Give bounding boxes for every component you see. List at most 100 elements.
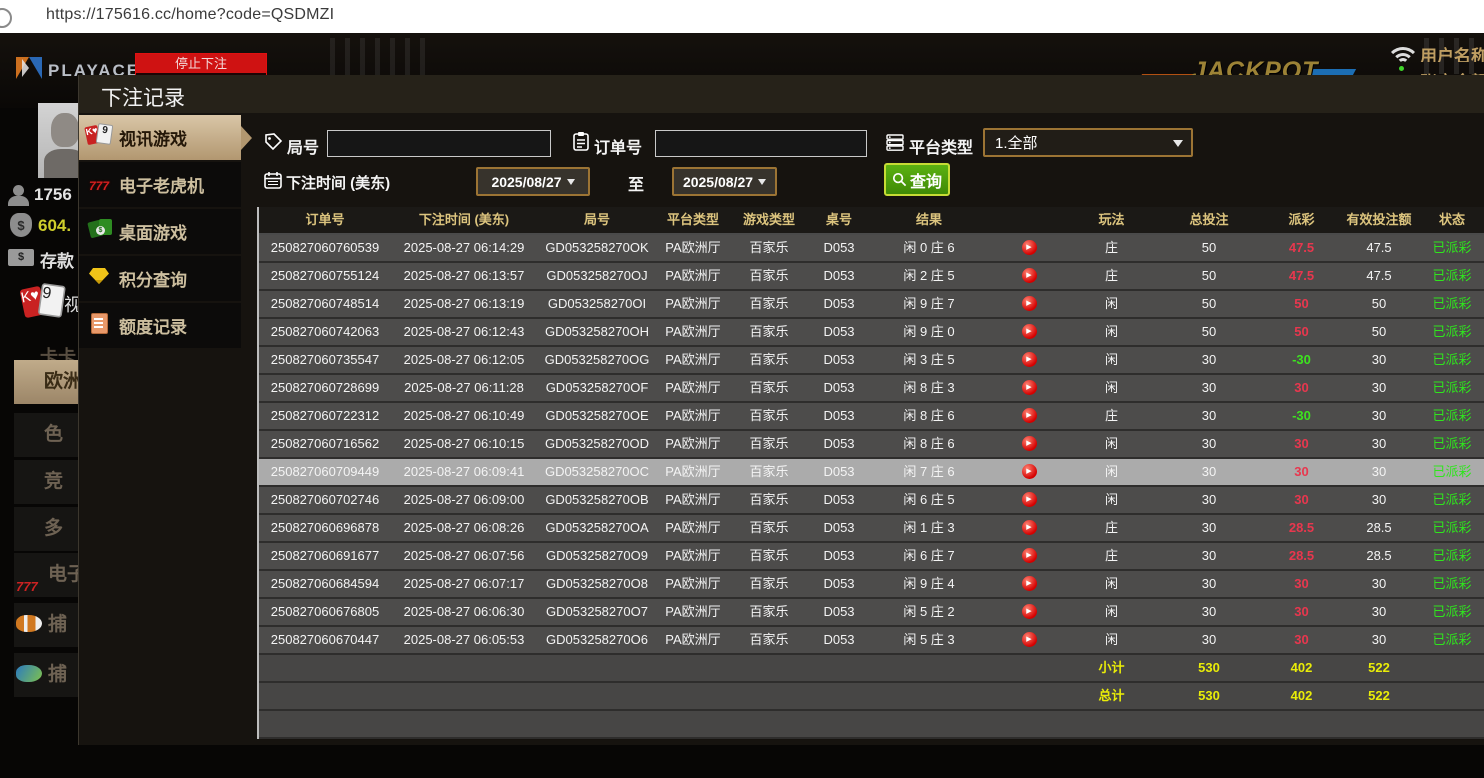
play-icon[interactable]: ▶ [1022,296,1037,311]
backdrop-menu-item[interactable]: 欧洲 [14,360,78,404]
user-id: 1756 [34,185,72,205]
sidebar-item-table[interactable]: $桌面游戏 [79,209,241,254]
reload-icon[interactable] [0,8,12,28]
url-text[interactable]: https://175616.cc/home?code=QSDMZI [46,6,334,24]
result-cell: 闲 8 庄 3 [869,375,989,401]
table-row[interactable]: 2508270607094492025-08-27 06:09:41GD0532… [259,459,1484,487]
sidebar-item-label: 桌面游戏 [119,219,187,244]
stop-betting-label: 停止下注 [136,54,266,73]
table-row[interactable]: 2508270607485142025-08-27 06:13:19GD0532… [259,291,1484,319]
round-input[interactable] [327,130,551,157]
payout-cell: 30 [1264,627,1339,653]
table-row[interactable]: 2508270607605392025-08-27 06:14:29GD0532… [259,235,1484,263]
backdrop-menu-item[interactable]: 色 [14,413,78,457]
table-row[interactable]: 2508270607286992025-08-27 06:11:28GD0532… [259,375,1484,403]
table-row[interactable]: 2508270606968782025-08-27 06:08:26GD0532… [259,515,1484,543]
valid-bet-cell: 47.5 [1339,263,1419,289]
video-games-icon: K♥9 [22,285,66,321]
payout-cell: -30 [1264,403,1339,429]
order-cell: 250827060684594 [259,571,391,597]
deposit-button[interactable]: 存款 [40,247,74,272]
round-cell: GD053258270O6 [537,627,657,653]
bet-cell: 30 [1154,347,1264,373]
valid-bet-cell: 30 [1339,487,1419,513]
play-icon[interactable]: ▶ [1022,576,1037,591]
side-cell: 庄 [1069,263,1154,289]
sidebar-item-gem[interactable]: 积分查询 [79,256,241,301]
total-valid: 522 [1339,683,1419,709]
order-cell: 250827060696878 [259,515,391,541]
play-icon[interactable]: ▶ [1022,380,1037,395]
table-cell: D053 [809,571,869,597]
time-cell: 2025-08-27 06:10:49 [391,403,537,429]
table-row[interactable]: 2508270607223122025-08-27 06:10:49GD0532… [259,403,1484,431]
status-cell: 已派彩 [1419,431,1484,457]
column-header: 局号 [537,207,657,233]
slot-machine-icon: 777 [16,565,38,597]
backdrop-menu-item[interactable]: 竞 [14,460,78,504]
round-cell: GD053258270OI [537,291,657,317]
table-row[interactable]: 2508270607551242025-08-27 06:13:57GD0532… [259,263,1484,291]
play-icon[interactable]: ▶ [1022,240,1037,255]
order-input[interactable] [655,130,867,157]
order-clipboard-icon [571,131,591,151]
order-cell: 250827060676805 [259,599,391,625]
table-row[interactable]: 2508270607420632025-08-27 06:12:43GD0532… [259,319,1484,347]
backdrop-menu-item[interactable]: 捕 [14,603,78,647]
backdrop-menu-item[interactable]: 777电子 [14,553,78,597]
date-to-picker[interactable]: 2025/08/27 [672,167,777,196]
result-cell: 闲 8 庄 6 [869,431,989,457]
game-cell: 百家乐 [729,347,809,373]
sidebar-item-cards[interactable]: K♥9视讯游戏 [79,115,241,160]
play-icon[interactable]: ▶ [1022,632,1037,647]
table-cell: D053 [809,487,869,513]
payout-cell: 28.5 [1264,543,1339,569]
sidebar-item-slots[interactable]: 777电子老虎机 [79,162,241,207]
side-cell: 庄 [1069,543,1154,569]
time-cell: 2025-08-27 06:11:28 [391,375,537,401]
play-icon[interactable]: ▶ [1022,520,1037,535]
table-row[interactable]: 2508270607027462025-08-27 06:09:00GD0532… [259,487,1484,515]
game-cell: 百家乐 [729,599,809,625]
platform-label: 平台类型 [909,134,973,158]
play-icon[interactable]: ▶ [1022,548,1037,563]
table-cell: D053 [809,319,869,345]
date-from-picker[interactable]: 2025/08/27 [476,167,590,196]
play-icon[interactable]: ▶ [1022,352,1037,367]
search-button[interactable]: 查询 [884,163,950,196]
table-row[interactable]: 2508270606916772025-08-27 06:07:56GD0532… [259,543,1484,571]
order-cell: 250827060722312 [259,403,391,429]
play-icon[interactable]: ▶ [1022,408,1037,423]
platform-cell: PA欧洲厅 [657,571,729,597]
valid-bet-cell: 28.5 [1339,515,1419,541]
order-cell: 250827060735547 [259,347,391,373]
table-row[interactable]: 2508270606704472025-08-27 06:05:53GD0532… [259,627,1484,655]
side-cell: 庄 [1069,235,1154,261]
sidebar-item-doc[interactable]: 额度记录 [79,303,241,348]
table-row[interactable]: 2508270606845942025-08-27 06:07:17GD0532… [259,571,1484,599]
side-cell: 闲 [1069,599,1154,625]
play-icon[interactable]: ▶ [1022,464,1037,479]
table-row[interactable]: 2508270607165622025-08-27 06:10:15GD0532… [259,431,1484,459]
game-cell: 百家乐 [729,431,809,457]
play-icon[interactable]: ▶ [1022,604,1037,619]
table-row[interactable]: 2508270607355472025-08-27 06:12:05GD0532… [259,347,1484,375]
side-cell: 闲 [1069,487,1154,513]
platform-select[interactable]: 1.全部 [983,128,1193,157]
backdrop-menu-item[interactable]: 多 [14,507,78,551]
backdrop-menu-item[interactable]: 捕 [14,653,78,697]
play-icon[interactable]: ▶ [1022,268,1037,283]
play-icon[interactable]: ▶ [1022,324,1037,339]
table-row[interactable]: 2508270606768052025-08-27 06:06:30GD0532… [259,599,1484,627]
browser-address-bar[interactable]: https://175616.cc/home?code=QSDMZI [0,0,1484,34]
result-cell: 闲 9 庄 7 [869,291,989,317]
search-icon [892,172,907,187]
play-icon[interactable]: ▶ [1022,436,1037,451]
time-cell: 2025-08-27 06:13:19 [391,291,537,317]
sidebar-item-label: 额度记录 [119,313,187,338]
time-cell: 2025-08-27 06:13:57 [391,263,537,289]
user-icon [8,185,30,207]
backdrop-menu-label: 多 [44,507,63,551]
play-icon[interactable]: ▶ [1022,492,1037,507]
side-cell: 闲 [1069,347,1154,373]
